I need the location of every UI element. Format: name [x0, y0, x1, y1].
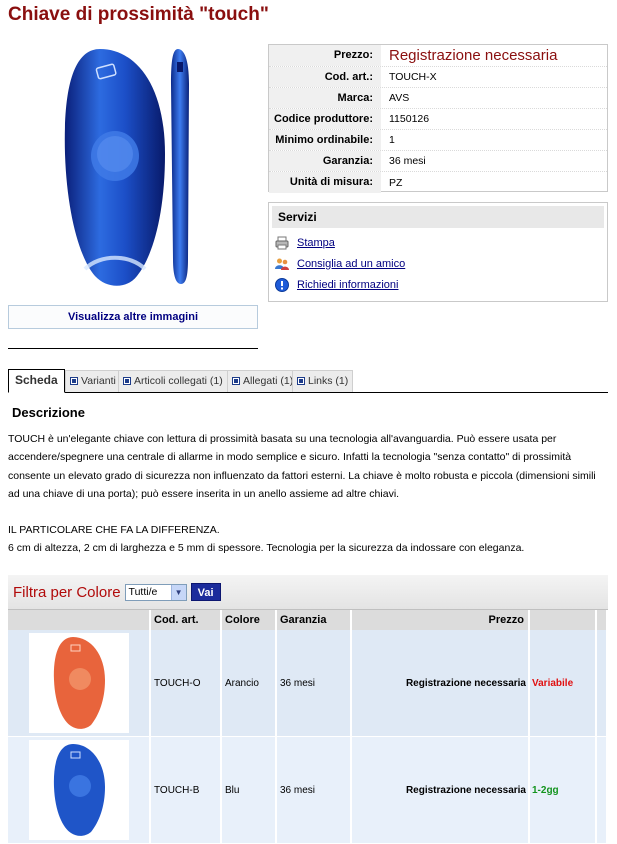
description-paragraph: IL PARTICOLARE CHE FA LA DIFFERENZA.	[8, 524, 220, 537]
tab-box-icon	[123, 377, 131, 385]
variant-thumbnail[interactable]	[28, 633, 129, 733]
product-image[interactable]	[55, 44, 205, 294]
filter-selected-value: Tutti/e	[128, 586, 158, 598]
tab-box-icon	[232, 377, 240, 385]
orange-key-image	[53, 637, 105, 729]
description-paragraph: 6 cm di altezza, 2 cm di larghezza e 5 m…	[8, 542, 525, 555]
description-text: TOUCH è un'elegante chiave con lettura d…	[8, 430, 608, 558]
header-availability	[530, 610, 597, 631]
service-recommend[interactable]: Consiglia ad un amico	[272, 253, 604, 274]
info-value: 1150126	[389, 113, 430, 125]
header-image	[8, 610, 151, 631]
info-value: TOUCH-X	[389, 71, 437, 83]
info-icon	[275, 277, 289, 292]
variants-table: Cod. art. Colore Garanzia Prezzo TOUCH-O…	[8, 609, 608, 844]
color-filter-select[interactable]: Tutti/e ▼	[124, 583, 187, 601]
variant-price: Registrazione necessaria	[352, 630, 530, 736]
info-label: Prezzo:	[269, 45, 381, 66]
info-row-brand: Marca: AVS	[269, 88, 607, 109]
service-print[interactable]: Stampa	[272, 232, 604, 253]
header-color: Colore	[222, 610, 277, 631]
tab-scheda[interactable]: Scheda	[8, 369, 65, 393]
variant-color: Blu	[222, 737, 277, 843]
description-paragraph: TOUCH è un'elegante chiave con lettura d…	[8, 433, 596, 500]
table-row: TOUCH-B Blu 36 mesi Registrazione necess…	[8, 737, 608, 844]
services-panel: Servizi Stampa Consiglia ad un amico Ric…	[268, 202, 608, 302]
info-row-min-order: Minimo ordinabile: 1	[269, 130, 607, 151]
variant-thumbnail-cell	[8, 737, 151, 843]
tab-bar: Scheda Varianti Articoli collegati (1) A…	[8, 369, 608, 393]
recommend-link[interactable]: Consiglia ad un amico	[297, 258, 405, 270]
info-row-warranty: Garanzia: 36 mesi	[269, 151, 607, 172]
variant-availability: Variabile	[530, 630, 597, 736]
product-info-table: Prezzo: Registrazione necessaria Cod. ar…	[268, 44, 608, 193]
key-fob-image	[64, 49, 189, 286]
service-info-request[interactable]: Richiedi informazioni	[272, 274, 604, 295]
chevron-down-icon[interactable]: ▼	[170, 584, 186, 600]
tab-links[interactable]: Links (1)	[292, 370, 354, 392]
info-label: Minimo ordinabile:	[269, 130, 381, 150]
info-value: AVS	[389, 92, 410, 104]
users-icon	[275, 257, 289, 271]
filter-go-button[interactable]: Vai	[190, 583, 221, 601]
info-label: Marca:	[269, 88, 381, 108]
table-header: Cod. art. Colore Garanzia Prezzo	[8, 609, 608, 631]
variant-color: Arancio	[222, 630, 277, 736]
filter-label: Filtra per Colore	[13, 583, 121, 601]
variant-warranty: 36 mesi	[277, 737, 352, 843]
info-value: Registrazione necessaria	[389, 47, 558, 64]
tab-label: Links (1)	[308, 375, 349, 387]
tab-box-icon	[70, 377, 78, 385]
services-title: Servizi	[272, 206, 604, 228]
variant-thumbnail-cell	[8, 630, 151, 736]
info-row-unit: Unità di misura: PZ	[269, 172, 607, 193]
blue-key-image	[53, 744, 105, 836]
info-value: PZ	[389, 176, 403, 189]
tab-allegati[interactable]: Allegati (1)	[227, 370, 299, 392]
tab-label: Allegati (1)	[243, 375, 294, 387]
printer-icon	[275, 236, 289, 250]
table-row: TOUCH-O Arancio 36 mesi Registrazione ne…	[8, 630, 608, 737]
info-row-manufacturer-code: Codice produttore: 1150126	[269, 109, 607, 130]
variant-availability: 1-2gg	[530, 737, 597, 843]
info-value: 36 mesi	[389, 155, 426, 167]
row-end	[597, 737, 608, 843]
info-label: Cod. art.:	[269, 67, 381, 87]
info-label: Garanzia:	[269, 151, 381, 171]
info-label: Unità di misura:	[269, 172, 381, 193]
row-end	[597, 630, 608, 736]
info-label: Codice produttore:	[269, 109, 381, 129]
description-heading: Descrizione	[12, 405, 85, 420]
color-filter-bar: Filtra per Colore Tutti/e ▼ Vai	[8, 575, 608, 609]
tab-label: Varianti	[81, 375, 116, 387]
view-more-images-button[interactable]: Visualizza altre immagini	[8, 305, 258, 329]
request-info-link[interactable]: Richiedi informazioni	[297, 279, 399, 291]
info-row-price: Prezzo: Registrazione necessaria	[269, 45, 607, 67]
variant-thumbnail[interactable]	[28, 740, 129, 840]
variant-code: TOUCH-O	[151, 630, 222, 736]
print-link[interactable]: Stampa	[297, 237, 335, 249]
page-title: Chiave di prossimità "touch"	[8, 4, 269, 25]
tab-box-icon	[297, 377, 305, 385]
header-code: Cod. art.	[151, 610, 222, 631]
variant-warranty: 36 mesi	[277, 630, 352, 736]
info-value: 1	[389, 134, 395, 146]
divider	[8, 348, 258, 349]
header-warranty: Garanzia	[277, 610, 352, 631]
variant-code: TOUCH-B	[151, 737, 222, 843]
tab-articoli-collegati[interactable]: Articoli collegati (1)	[118, 370, 228, 392]
tab-label: Articoli collegati (1)	[134, 375, 223, 387]
variant-price: Registrazione necessaria	[352, 737, 530, 843]
tab-varianti[interactable]: Varianti	[65, 370, 121, 392]
info-row-code: Cod. art.: TOUCH-X	[269, 67, 607, 88]
header-price: Prezzo	[352, 610, 530, 631]
header-end	[597, 610, 608, 631]
